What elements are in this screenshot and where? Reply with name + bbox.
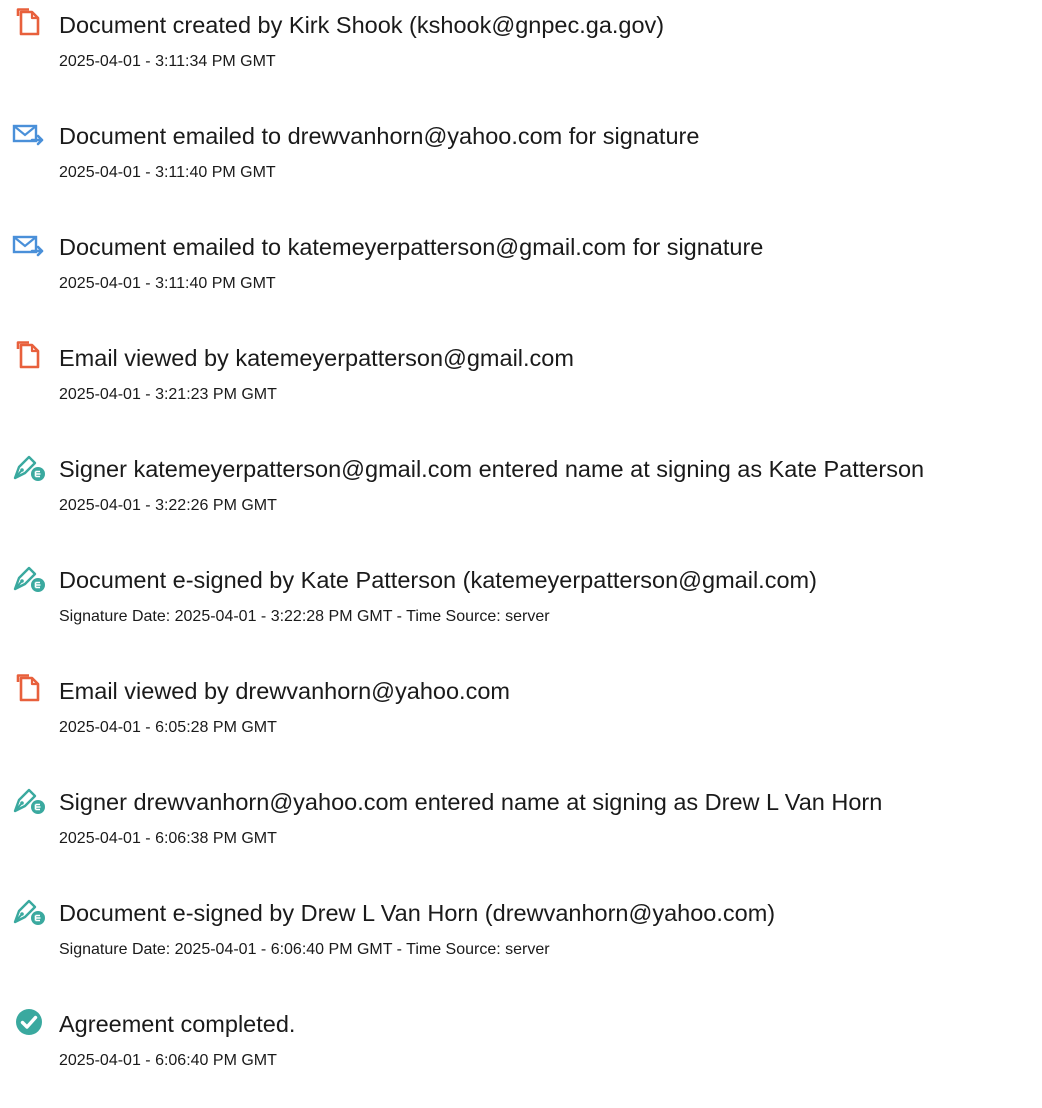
event-title: Document emailed to katemeyerpatterson@g… (59, 234, 764, 260)
event-timestamp: 2025-04-01 - 3:22:26 PM GMT (59, 497, 277, 514)
event-item: Email viewed by drewvanhorn@yahoo.com 20… (0, 666, 1042, 756)
event-title: Signer katemeyerpatterson@gmail.com ente… (59, 456, 925, 482)
event-timestamp: Signature Date: 2025-04-01 - 3:22:28 PM … (59, 608, 550, 625)
event-title: Email viewed by drewvanhorn@yahoo.com (59, 678, 510, 704)
event-item: Agreement completed. 2025-04-01 - 6:06:4… (0, 999, 1042, 1089)
event-timestamp: 2025-04-01 - 3:11:40 PM GMT (59, 275, 276, 292)
event-item: Signer drewvanhorn@yahoo.com entered nam… (0, 777, 1042, 867)
event-timestamp: 2025-04-01 - 3:21:23 PM GMT (59, 386, 277, 403)
event-item: Document e-signed by Kate Patterson (kat… (0, 555, 1042, 645)
pen-sign-icon (12, 450, 46, 484)
pen-sign-icon (12, 894, 46, 928)
event-timestamp: 2025-04-01 - 6:06:38 PM GMT (59, 830, 277, 847)
event-timestamp: Signature Date: 2025-04-01 - 6:06:40 PM … (59, 941, 550, 958)
event-item: Document e-signed by Drew L Van Horn (dr… (0, 888, 1042, 978)
event-title: Document created by Kirk Shook (kshook@g… (59, 12, 665, 38)
event-title: Agreement completed. (59, 1011, 296, 1037)
event-title: Document e-signed by Drew L Van Horn (dr… (59, 900, 776, 926)
event-timestamp: 2025-04-01 - 6:05:28 PM GMT (59, 719, 277, 736)
event-timestamp: 2025-04-01 - 3:11:34 PM GMT (59, 53, 276, 70)
event-title: Email viewed by katemeyerpatterson@gmail… (59, 345, 574, 371)
pen-sign-icon (12, 561, 46, 595)
event-title: Document emailed to drewvanhorn@yahoo.co… (59, 123, 700, 149)
event-item: Document created by Kirk Shook (kshook@g… (0, 0, 1042, 90)
email-sent-icon (12, 117, 46, 151)
event-timestamp: 2025-04-01 - 3:11:40 PM GMT (59, 164, 276, 181)
event-item: Document emailed to katemeyerpatterson@g… (0, 222, 1042, 312)
checkmark-circle-icon (12, 1005, 46, 1039)
event-item: Signer katemeyerpatterson@gmail.com ente… (0, 444, 1042, 534)
event-timestamp: 2025-04-01 - 6:06:40 PM GMT (59, 1052, 277, 1069)
event-title: Signer drewvanhorn@yahoo.com entered nam… (59, 789, 883, 815)
pen-sign-icon (12, 783, 46, 817)
document-icon (12, 6, 46, 40)
document-icon (12, 672, 46, 706)
email-sent-icon (12, 228, 46, 262)
event-item: Email viewed by katemeyerpatterson@gmail… (0, 333, 1042, 423)
document-icon (12, 339, 46, 373)
event-title: Document e-signed by Kate Patterson (kat… (59, 567, 817, 593)
event-item: Document emailed to drewvanhorn@yahoo.co… (0, 111, 1042, 201)
